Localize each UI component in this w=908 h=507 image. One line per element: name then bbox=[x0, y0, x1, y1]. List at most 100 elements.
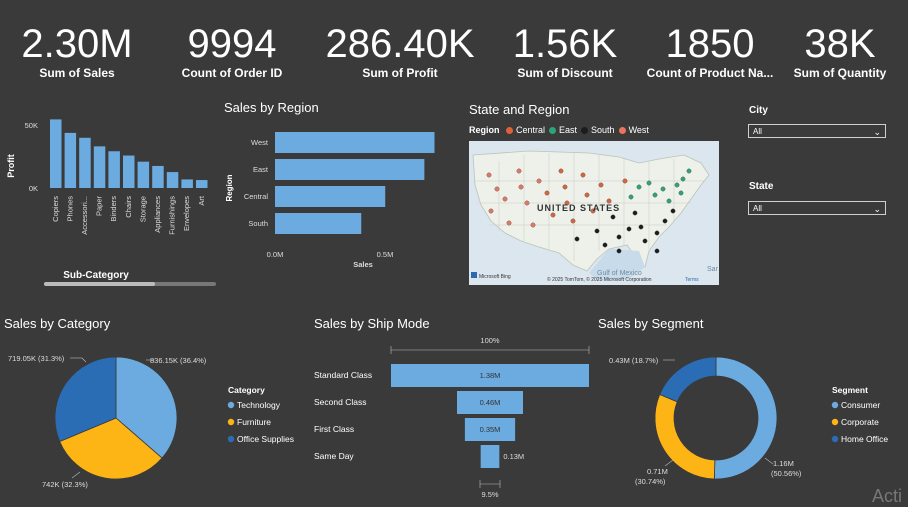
legend-label: South bbox=[591, 125, 615, 135]
map-point[interactable] bbox=[626, 226, 632, 232]
map-point[interactable] bbox=[486, 172, 492, 178]
subcategory-bar[interactable] bbox=[79, 137, 91, 188]
map-point[interactable] bbox=[524, 200, 530, 206]
map-point[interactable] bbox=[686, 168, 692, 174]
subcategory-profit-chart[interactable]: Profit 50K 0K Copiers Phones Accessori... P… bbox=[0, 110, 225, 290]
region-bar[interactable] bbox=[275, 213, 362, 234]
shipmode-chart-title: Sales by Ship Mode bbox=[314, 316, 430, 331]
map-point[interactable] bbox=[636, 184, 642, 190]
legend-item-central[interactable]: Central bbox=[506, 125, 545, 135]
legend-item-south[interactable]: South bbox=[581, 125, 615, 135]
legend-item-west[interactable]: West bbox=[618, 125, 649, 135]
map-point[interactable] bbox=[666, 198, 672, 204]
map-point[interactable] bbox=[506, 220, 512, 226]
map-point[interactable] bbox=[654, 230, 660, 236]
subcategory-bar[interactable] bbox=[181, 179, 193, 188]
map-point[interactable] bbox=[654, 248, 660, 254]
map-point[interactable] bbox=[628, 194, 634, 200]
x-tick-label: Chairs bbox=[124, 196, 133, 218]
map-point[interactable] bbox=[632, 210, 638, 216]
map-point[interactable] bbox=[678, 190, 684, 196]
category-pie-chart[interactable]: 719.05K (31.3%) 836.15K (36.4%) 742K (32… bbox=[0, 340, 310, 500]
scrollbar-thumb[interactable] bbox=[44, 282, 155, 286]
map-point[interactable] bbox=[674, 182, 680, 188]
map-point[interactable] bbox=[562, 184, 568, 190]
legend-item[interactable]: Furniture bbox=[237, 417, 271, 427]
subcategory-bar[interactable] bbox=[50, 119, 62, 188]
map-point[interactable] bbox=[602, 242, 608, 248]
subcategory-bar[interactable] bbox=[108, 151, 120, 188]
map-point[interactable] bbox=[638, 224, 644, 230]
subcategory-bar[interactable] bbox=[64, 132, 77, 188]
legend-item[interactable]: Home Office bbox=[841, 434, 888, 444]
map-point[interactable] bbox=[574, 236, 580, 242]
pie-data-label: 836.15K (36.4%) bbox=[150, 356, 207, 365]
x-axis-title: Sub-Category bbox=[63, 270, 129, 281]
map-point[interactable] bbox=[530, 222, 536, 228]
map-point[interactable] bbox=[660, 186, 666, 192]
legend-item-east[interactable]: East bbox=[549, 125, 577, 135]
map-point[interactable] bbox=[646, 180, 652, 186]
y-tick-label: West bbox=[251, 138, 269, 147]
region-bar[interactable] bbox=[275, 186, 386, 207]
map-point[interactable] bbox=[652, 192, 658, 198]
map-point[interactable] bbox=[594, 228, 600, 234]
map-point[interactable] bbox=[518, 184, 524, 190]
legend-item[interactable]: Office Supplies bbox=[237, 434, 294, 444]
subcategory-bar[interactable] bbox=[152, 165, 164, 188]
x-tick-label: Art bbox=[197, 195, 206, 206]
state-dropdown-value: All bbox=[753, 204, 762, 213]
map-point[interactable] bbox=[680, 176, 686, 182]
region-bar[interactable] bbox=[275, 132, 435, 153]
shipmode-funnel-chart[interactable]: 100% Standard Class 1.38M Second Class 0.46… bbox=[305, 332, 605, 500]
subcategory-bar[interactable] bbox=[166, 172, 179, 188]
map-point[interactable] bbox=[616, 234, 622, 240]
subcategory-bar[interactable] bbox=[196, 180, 208, 188]
region-sales-chart[interactable]: Region West East Central South 0.0M 0.5M Sa… bbox=[222, 118, 448, 273]
map-point[interactable] bbox=[570, 218, 576, 224]
map-point[interactable] bbox=[670, 208, 676, 214]
subcategory-bar[interactable] bbox=[93, 146, 106, 188]
legend-label: Central bbox=[516, 125, 546, 135]
kpi-discount: 1.56K Sum of Discount bbox=[500, 22, 630, 80]
shipmode-bar[interactable] bbox=[480, 445, 500, 468]
kpi-value: 38K bbox=[804, 22, 876, 66]
legend-dot-icon bbox=[831, 435, 839, 443]
funnel-bottom-label: 9.5% bbox=[481, 490, 498, 499]
map-point[interactable] bbox=[516, 168, 522, 174]
city-dropdown[interactable]: All ⌄ bbox=[748, 124, 886, 138]
map-point[interactable] bbox=[584, 192, 590, 198]
map-point[interactable] bbox=[544, 190, 550, 196]
region-bar[interactable] bbox=[275, 159, 425, 180]
map-point[interactable] bbox=[642, 238, 648, 244]
map-point[interactable] bbox=[488, 208, 494, 214]
map-point[interactable] bbox=[550, 212, 556, 218]
legend-item[interactable]: Technology bbox=[237, 400, 281, 410]
kpi-value: 1850 bbox=[665, 22, 755, 66]
subcategory-bar[interactable] bbox=[137, 161, 150, 188]
state-dropdown[interactable]: All ⌄ bbox=[748, 201, 886, 215]
segment-slice[interactable] bbox=[713, 356, 778, 480]
city-filter-label: City bbox=[749, 105, 768, 116]
map-point[interactable] bbox=[622, 178, 628, 184]
map-terms-link[interactable]: Terms bbox=[685, 277, 699, 283]
map-point[interactable] bbox=[616, 248, 622, 254]
legend-dot-icon bbox=[549, 127, 557, 134]
map-point[interactable] bbox=[536, 178, 542, 184]
pie-data-label: 742K (32.3%) bbox=[42, 480, 88, 489]
map-point[interactable] bbox=[662, 218, 668, 224]
map-point[interactable] bbox=[610, 214, 616, 220]
segment-donut-chart[interactable]: 0.43M (18.7%) 1.16M (50.56%) 0.71M (30.7… bbox=[595, 340, 908, 500]
map-point[interactable] bbox=[558, 168, 564, 174]
legend-item[interactable]: Consumer bbox=[841, 400, 880, 410]
segment-slice[interactable] bbox=[659, 356, 717, 403]
map-point[interactable] bbox=[598, 182, 604, 188]
kpi-sales: 2.30M Sum of Sales bbox=[12, 22, 142, 80]
bar-value-label: 0.35M bbox=[480, 425, 501, 434]
subcategory-bar[interactable] bbox=[123, 155, 135, 188]
legend-item[interactable]: Corporate bbox=[841, 417, 879, 427]
us-map[interactable]: UNITED STATES Gulf of Mexico Sar Microso… bbox=[469, 141, 719, 285]
map-point[interactable] bbox=[502, 196, 508, 202]
map-point[interactable] bbox=[580, 172, 586, 178]
map-point[interactable] bbox=[494, 186, 500, 192]
